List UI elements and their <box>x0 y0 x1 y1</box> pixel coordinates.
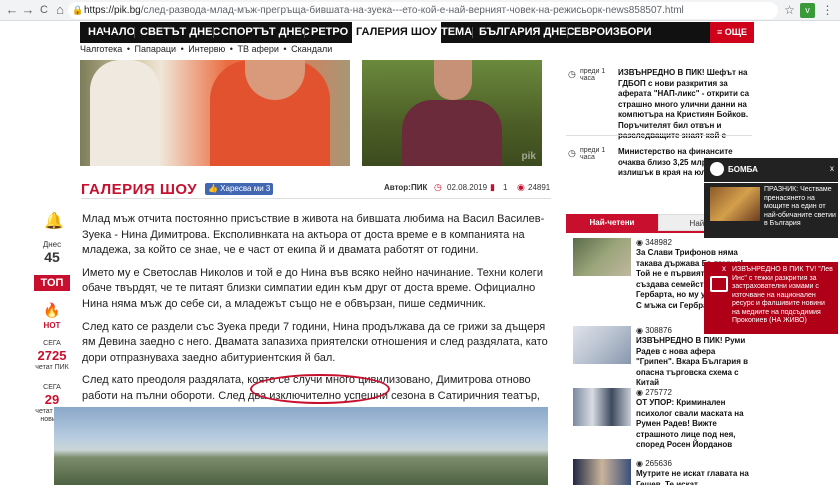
popular-item[interactable]: ◉ 265636 Мутрите не искат главата на Геш… <box>573 459 753 485</box>
article-date: 02.08.2019 <box>447 183 488 192</box>
article-paragraph: След като се раздели със Зуека преди 7 г… <box>82 320 548 364</box>
now-readers-sub: четат ПИК <box>35 364 69 371</box>
forward-icon[interactable]: → <box>20 2 36 18</box>
nav-divider <box>213 27 214 38</box>
menu-icon[interactable]: ⋮ <box>820 3 835 18</box>
subnav-chalgoteka[interactable]: Чалготека <box>80 44 122 54</box>
article-paragraph: Името му е Светослав Николов и той е до … <box>82 266 543 310</box>
now-readers-value: 2725 <box>37 348 67 363</box>
fire-icon: 🔥 <box>43 302 61 318</box>
nav-item-bulgaria[interactable]: БЪЛГАРИЯ ДНЕС <box>479 22 575 43</box>
eye-icon: ◉ <box>517 182 525 192</box>
subnav-scandals[interactable]: Скандали <box>291 44 332 54</box>
close-icon[interactable]: x <box>722 264 726 273</box>
url-host: https://pik.bg <box>84 5 141 16</box>
author-label: Автор: <box>384 183 411 192</box>
divider <box>81 198 551 199</box>
notification-thumb <box>710 187 760 221</box>
address-bar[interactable]: 🔒 https://pik.bg/след-развода-млад-мъж-п… <box>68 2 778 19</box>
popular-views: ◉ 265636 <box>636 459 672 468</box>
article-photo-couple <box>80 60 350 166</box>
subnav-paparazzi[interactable]: Папараци <box>135 44 177 54</box>
nav-item-theme[interactable]: ТЕМА <box>441 22 472 43</box>
popular-item[interactable]: ◉ 275772 ОТ УПОР: Криминален психолог св… <box>573 388 753 450</box>
nav-item-retro[interactable]: РЕТРО <box>311 22 348 43</box>
bomb-icon <box>710 162 724 176</box>
view-count: 24891 <box>528 183 551 192</box>
notification-brand: БОМБА <box>728 165 758 174</box>
now2-label: СЕГА <box>43 384 61 391</box>
news-divider <box>566 135 752 136</box>
subnav-dot: • <box>283 44 287 54</box>
nav-item-home[interactable]: НАЧАЛО <box>88 22 135 43</box>
popular-views: ◉ 275772 <box>636 388 672 397</box>
popular-text[interactable]: ОТ УПОР: Криминален психолог свали маска… <box>636 398 754 451</box>
popular-text[interactable]: Мутрите не искат главата на Гешев. Те ис… <box>636 469 754 485</box>
nav-item-sport[interactable]: СПОРТЪТ ДНЕС <box>221 22 310 43</box>
popular-item[interactable]: ◉ 308876 ИЗВЪНРЕДНО В ПИК! Руми Радев с … <box>573 326 754 389</box>
nav-item-gallery-show[interactable]: ГАЛЕРИЯ ШОУ <box>352 22 442 43</box>
news-text[interactable]: ИЗВЪНРЕДНО В ПИК! Шефът на ГДБОП с нови … <box>618 68 754 142</box>
back-icon[interactable]: ← <box>4 2 20 18</box>
reload-icon[interactable]: C <box>36 2 52 18</box>
close-icon[interactable]: x <box>830 164 834 173</box>
article-paragraph: Млад мъж отчита постоянно присъствие в ж… <box>82 213 545 257</box>
popular-views: ◉ 308876 <box>636 326 672 335</box>
nav-divider <box>304 27 305 38</box>
popular-thumb[interactable] <box>573 388 631 426</box>
top-badge[interactable]: ТОП <box>34 275 70 291</box>
red-annotation-circle <box>250 374 390 404</box>
tab-most-read[interactable]: Най-четени <box>566 214 658 231</box>
browser-toolbar: ← → C ⌂ 🔒 https://pik.bg/след-развода-мл… <box>0 0 840 21</box>
lock-icon: 🔒 <box>72 5 84 15</box>
clock-icon: ◷ <box>434 182 442 192</box>
article-photo-landscape <box>54 407 548 485</box>
now-label: СЕГА <box>43 340 61 347</box>
main-nav: НАЧАЛО СВЕТЪТ ДНЕС СПОРТЪТ ДНЕС РЕТРО ГА… <box>80 22 754 43</box>
subnav-interview[interactable]: Интервю <box>188 44 225 54</box>
facebook-like-button[interactable]: 👍 Харесва ми 3 <box>205 183 274 195</box>
notification-card[interactable]: ПРАЗНИК: Честваме пренасянето на мощите … <box>704 183 838 238</box>
nav-divider <box>134 27 135 38</box>
today-value: 45 <box>44 249 60 265</box>
sub-nav: Чалготека • Папараци • Интервю • ТВ афер… <box>80 44 334 60</box>
section-title: ГАЛЕРИЯ ШОУ <box>81 181 198 198</box>
notification-text[interactable]: ПРАЗНИК: Честваме пренасянето на мощите … <box>764 186 836 229</box>
tv-icon <box>710 276 728 292</box>
home-icon[interactable]: ⌂ <box>52 2 68 18</box>
subnav-dot: • <box>126 44 130 54</box>
nav-divider <box>472 27 473 38</box>
nav-divider <box>567 27 568 38</box>
subnav-dot: • <box>180 44 184 54</box>
nav-item-euro-elections[interactable]: ЕВРОИЗБОРИ <box>574 22 652 43</box>
nav-item-world[interactable]: СВЕТЪТ ДНЕС <box>140 22 220 43</box>
more-menu-button[interactable]: ≡ ОЩЕ <box>710 22 754 43</box>
article-photo-woman: pik <box>362 60 542 166</box>
popular-text[interactable]: ИЗВЪНРЕДНО В ПИК! Руми Радев с нова афер… <box>636 336 754 389</box>
hot-label[interactable]: HOT <box>34 321 70 330</box>
extension-icon[interactable]: v <box>800 3 815 18</box>
popular-thumb[interactable] <box>573 459 631 485</box>
url-path: /след-развода-млад-мъж-прегръща-бившата-… <box>140 5 684 16</box>
notification-bomb-header[interactable]: БОМБА x <box>704 158 838 182</box>
notification-text[interactable]: ИЗВЪНРЕДНО В ПИК TV! "Лев Инс" с тежки р… <box>732 266 834 326</box>
side-news-item[interactable]: ◷ преди 1 часа ИЗВЪНРЕДНО В ПИК! Шефът н… <box>566 68 752 140</box>
subnav-dot: • <box>229 44 233 54</box>
popular-views: ◉ 348982 <box>636 238 672 247</box>
comment-count[interactable]: 1 <box>503 183 507 192</box>
now-article-readers-value: 29 <box>44 392 60 407</box>
star-icon[interactable]: ☆ <box>782 3 797 18</box>
today-label: Днес <box>42 240 62 249</box>
bell-icon[interactable]: 🔔 <box>44 211 64 231</box>
news-time: преди 1 часа <box>580 147 606 161</box>
subnav-tv-affairs[interactable]: ТВ афери <box>237 44 278 54</box>
watermark: pik <box>521 151 536 162</box>
comment-icon: ▮ <box>490 182 495 192</box>
notification-card[interactable]: ИЗВЪНРЕДНО В ПИК TV! "Лев Инс" с тежки р… <box>704 262 838 334</box>
popular-thumb[interactable] <box>573 238 631 276</box>
author-name: ПИК <box>411 183 428 192</box>
popular-thumb[interactable] <box>573 326 631 364</box>
news-time: преди 1 часа <box>580 68 606 82</box>
